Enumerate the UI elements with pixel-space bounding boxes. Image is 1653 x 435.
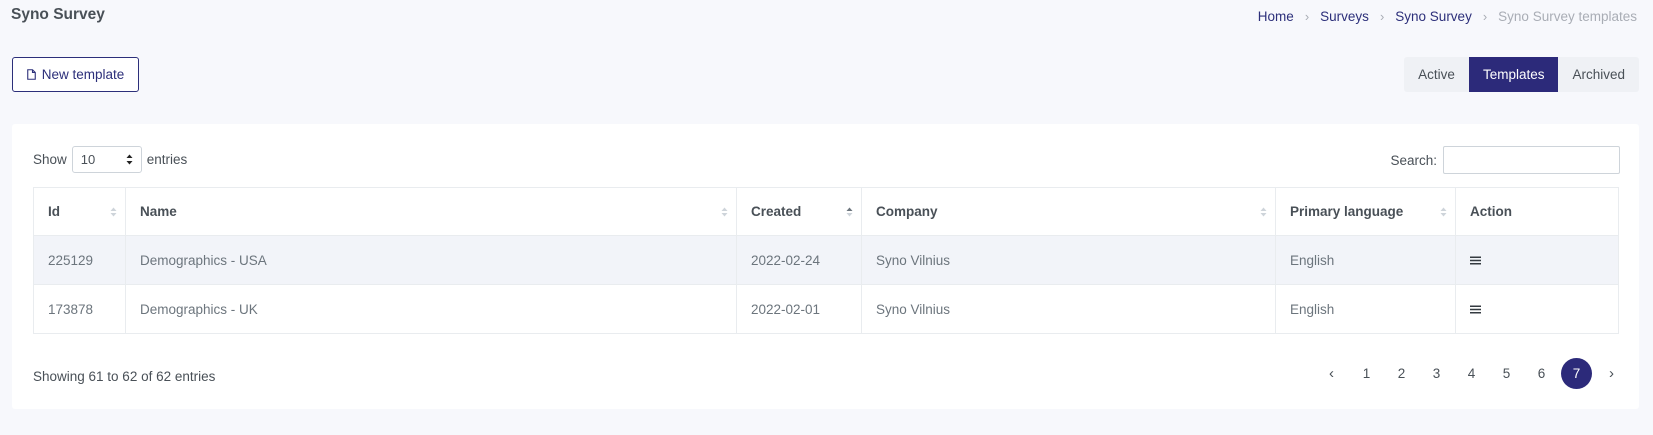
breadcrumb-current: Syno Survey templates <box>1498 9 1637 24</box>
select-caret-icon <box>126 154 133 165</box>
column-label: Company <box>876 204 938 219</box>
entries-value: 10 <box>80 152 96 167</box>
page-title: Syno Survey <box>11 6 105 23</box>
tab-templates[interactable]: Templates <box>1468 57 1559 92</box>
page-button-6[interactable]: 6 <box>1526 358 1557 389</box>
page-button-7[interactable]: 7 <box>1561 358 1592 389</box>
sort-both-icon <box>1260 207 1267 216</box>
column-header-created[interactable]: Created <box>736 187 862 236</box>
view-tabs: Active Templates Archived <box>1404 57 1639 92</box>
cell-company: Syno Vilnius <box>861 235 1276 285</box>
new-template-label: New template <box>41 67 125 82</box>
cell-created: 2022-02-24 <box>736 235 862 285</box>
column-header-primary-language[interactable]: Primary language <box>1275 187 1456 236</box>
column-header-name[interactable]: Name <box>125 187 737 236</box>
column-header-id[interactable]: Id <box>33 187 126 236</box>
cell-primary-language: English <box>1275 284 1456 334</box>
sort-both-icon <box>110 207 117 216</box>
column-header-action: Action <box>1455 187 1619 236</box>
tab-active[interactable]: Active <box>1404 57 1469 92</box>
cell-name: Demographics - UK <box>125 284 737 334</box>
search-input[interactable] <box>1443 146 1620 174</box>
sort-both-icon <box>721 207 728 216</box>
cell-created: 2022-02-01 <box>736 284 862 334</box>
sort-ascending-icon <box>846 207 853 216</box>
tab-archived[interactable]: Archived <box>1558 57 1639 92</box>
page-button-1[interactable]: 1 <box>1351 358 1382 389</box>
search-box: Search: <box>1390 146 1620 174</box>
cell-name: Demographics - USA <box>125 235 737 285</box>
column-label: Created <box>751 204 802 219</box>
breadcrumb: Home › Surveys › Syno Survey › Syno Surv… <box>1258 9 1637 24</box>
breadcrumb-separator: › <box>1482 9 1488 24</box>
table-row[interactable]: 225129 Demographics - USA 2022-02-24 Syn… <box>33 235 1619 285</box>
column-label: Name <box>140 204 177 219</box>
page-button-4[interactable]: 4 <box>1456 358 1487 389</box>
templates-table: Id Name Created Company Primary language <box>33 187 1619 334</box>
cell-id[interactable]: 173878 <box>33 284 126 334</box>
table-row[interactable]: 173878 Demographics - UK 2022-02-01 Syno… <box>33 284 1619 334</box>
pagination: ‹ 1 2 3 4 5 6 7 › <box>1312 358 1627 389</box>
show-label: Show <box>33 152 67 167</box>
entries-label: entries <box>146 152 188 167</box>
sort-both-icon <box>1440 207 1447 216</box>
entries-select[interactable]: 10 <box>71 146 142 173</box>
breadcrumb-syno-survey[interactable]: Syno Survey <box>1395 9 1472 24</box>
page-button-3[interactable]: 3 <box>1421 358 1452 389</box>
table-info: Showing 61 to 62 of 62 entries <box>33 369 216 384</box>
next-page-button[interactable]: › <box>1596 358 1627 389</box>
document-icon <box>26 69 36 80</box>
search-label: Search: <box>1390 152 1437 168</box>
table-header-row: Id Name Created Company Primary language <box>33 187 1619 236</box>
previous-page-button[interactable]: ‹ <box>1316 358 1347 389</box>
breadcrumb-surveys[interactable]: Surveys <box>1320 9 1369 24</box>
column-label: Id <box>48 204 60 219</box>
breadcrumb-home[interactable]: Home <box>1258 9 1294 24</box>
hamburger-menu-icon[interactable] <box>1470 256 1481 265</box>
hamburger-menu-icon[interactable] <box>1470 305 1481 314</box>
cell-company: Syno Vilnius <box>861 284 1276 334</box>
breadcrumb-separator: › <box>1379 9 1385 24</box>
cell-primary-language: English <box>1275 235 1456 285</box>
column-label: Primary language <box>1290 204 1404 219</box>
column-header-company[interactable]: Company <box>861 187 1276 236</box>
breadcrumb-separator: › <box>1304 9 1310 24</box>
cell-action <box>1455 284 1619 334</box>
show-entries: Show 10 entries <box>33 146 187 173</box>
templates-card: Show 10 entries Search: Id Name Created … <box>12 124 1639 409</box>
page-button-5[interactable]: 5 <box>1491 358 1522 389</box>
new-template-button[interactable]: New template <box>12 57 139 92</box>
cell-action <box>1455 235 1619 285</box>
cell-id[interactable]: 225129 <box>33 235 126 285</box>
page-button-2[interactable]: 2 <box>1386 358 1417 389</box>
